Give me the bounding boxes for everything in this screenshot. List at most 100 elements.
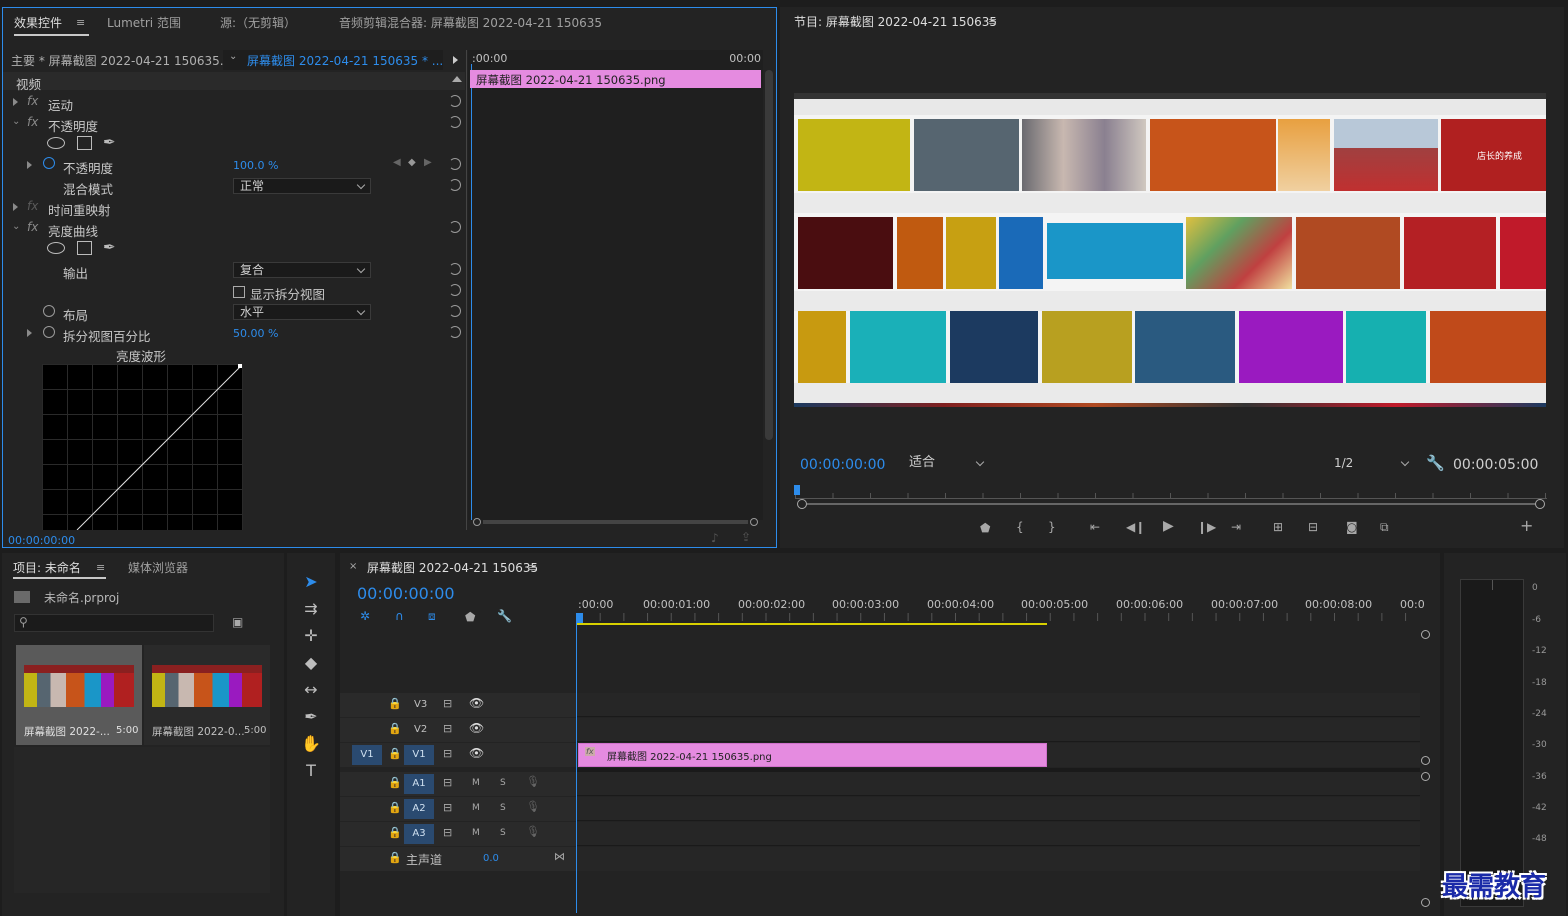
tab-menu-icon[interactable]: ≡: [96, 561, 105, 574]
tab-media-browser[interactable]: 媒体浏览器: [128, 559, 188, 576]
stopwatch-icon[interactable]: [43, 157, 55, 169]
source-patch-v1[interactable]: V1: [352, 745, 382, 765]
vertical-scrollbar[interactable]: [765, 70, 773, 440]
wrench-icon[interactable]: 🔧: [1426, 454, 1445, 472]
mic-icon[interactable]: 🎙: [526, 800, 540, 813]
nest-icon[interactable]: ✲: [360, 609, 370, 623]
reset-icon[interactable]: [449, 263, 461, 275]
sync-lock-icon[interactable]: ⊟: [443, 722, 452, 735]
mute-button[interactable]: M: [472, 778, 480, 788]
expanded-arrow-icon[interactable]: ⌄: [12, 221, 20, 232]
pen-mask-icon[interactable]: ✒: [103, 133, 116, 151]
timeline-title[interactable]: 屏幕截图 2022-04-21 150635: [367, 559, 538, 576]
lift-icon[interactable]: ⊞: [1273, 520, 1283, 534]
sync-lock-icon[interactable]: ⊟: [443, 697, 452, 710]
close-icon[interactable]: ×: [349, 561, 357, 572]
tab-menu-icon[interactable]: ≡: [76, 16, 85, 29]
sync-lock-icon[interactable]: ⊟: [443, 801, 452, 814]
prev-keyframe-icon[interactable]: ◀: [393, 157, 401, 168]
reset-icon[interactable]: [449, 326, 461, 338]
lane-a3[interactable]: [577, 822, 1420, 846]
lane-v1[interactable]: fx 屏幕截图 2022-04-21 150635.png: [577, 743, 1420, 767]
tab-menu-icon[interactable]: ≡: [988, 15, 997, 28]
type-tool-icon[interactable]: T: [300, 760, 322, 782]
rectangle-mask-icon[interactable]: [77, 136, 92, 150]
extract-icon[interactable]: ⊟: [1308, 520, 1318, 534]
time-remap-row[interactable]: fx 时间重映射: [3, 197, 463, 218]
monitor-zoom-bar[interactable]: [795, 499, 1547, 509]
program-timecode[interactable]: 00:00:00:00: [800, 457, 885, 473]
track-target-v1[interactable]: V1: [404, 745, 434, 765]
layout-select[interactable]: 水平: [233, 304, 371, 320]
play-icon[interactable]: ▶: [1163, 519, 1174, 533]
eye-icon[interactable]: 👁: [469, 721, 484, 735]
horizontal-scrollbar[interactable]: [473, 518, 758, 526]
snap-icon[interactable]: ∩: [395, 609, 404, 623]
lock-icon[interactable]: 🔒: [388, 826, 402, 839]
opacity-value[interactable]: 100.0 %: [233, 159, 278, 172]
lane-a2[interactable]: [577, 797, 1420, 821]
lock-icon[interactable]: 🔒: [388, 697, 402, 710]
mini-playhead[interactable]: [471, 64, 472, 520]
track-select-tool-icon[interactable]: ⇉: [300, 598, 322, 620]
comparison-view-icon[interactable]: ⧉: [1380, 520, 1389, 534]
next-keyframe-icon[interactable]: ▶: [424, 157, 432, 168]
solo-button[interactable]: S: [500, 803, 506, 813]
sync-lock-icon[interactable]: ⊟: [443, 747, 452, 760]
master-value[interactable]: 0.0: [483, 853, 499, 864]
project-search-input[interactable]: ⚲: [14, 614, 214, 632]
go-to-out-icon[interactable]: ⇥: [1231, 520, 1241, 534]
scroll-handle-right[interactable]: [750, 518, 758, 526]
blend-mode-select[interactable]: 正常: [233, 178, 371, 194]
scroll-track[interactable]: [483, 520, 748, 524]
luma-curve-graph[interactable]: [42, 364, 243, 530]
track-target-a3[interactable]: A3: [404, 824, 434, 844]
lock-icon[interactable]: 🔒: [388, 747, 402, 760]
slip-tool-icon[interactable]: ↔: [300, 679, 322, 701]
tab-audio-clip-mixer[interactable]: 音频剪辑混合器: 屏幕截图 2022-04-21 150635: [339, 14, 602, 31]
mark-out-icon[interactable]: }: [1048, 520, 1056, 534]
fx-icon[interactable]: fx: [27, 94, 38, 108]
expand-arrow-icon[interactable]: [27, 161, 32, 169]
reset-icon[interactable]: [449, 116, 461, 128]
new-bin-icon[interactable]: ▣: [232, 615, 243, 629]
sync-lock-icon[interactable]: ⊟: [443, 776, 452, 789]
lock-icon[interactable]: 🔒: [388, 776, 402, 789]
add-button-icon[interactable]: +: [1520, 518, 1533, 534]
expanded-arrow-icon[interactable]: ⌄: [12, 116, 20, 127]
reset-icon[interactable]: [449, 179, 461, 191]
output-select[interactable]: 复合: [233, 262, 371, 278]
program-monitor-title[interactable]: 节目: 屏幕截图 2022-04-21 150635: [794, 13, 997, 30]
expand-arrow-icon[interactable]: [13, 98, 18, 106]
mini-clip[interactable]: 屏幕截图 2022-04-21 150635.png: [470, 70, 761, 88]
scroll-handle-left[interactable]: [473, 518, 481, 526]
fit-select[interactable]: 适合: [903, 456, 989, 474]
add-marker-icon[interactable]: ⬟: [465, 610, 475, 624]
tab-project[interactable]: 项目: 未命名: [13, 559, 81, 576]
expand-arrow-icon[interactable]: [13, 203, 18, 211]
lane-v3[interactable]: [577, 693, 1420, 717]
master-clip-label[interactable]: 主要 * 屏幕截图 2022-04-21 150635...: [11, 52, 231, 69]
sync-lock-icon[interactable]: ⊟: [443, 826, 452, 839]
reset-icon[interactable]: [449, 305, 461, 317]
lane-v2[interactable]: [577, 718, 1420, 742]
tab-menu-icon[interactable]: ≡: [528, 561, 537, 574]
resolution-select[interactable]: 1/2: [1328, 456, 1414, 474]
ellipse-mask-icon[interactable]: [47, 137, 65, 149]
hand-tool-icon[interactable]: ✋: [300, 733, 322, 755]
linked-selection-icon[interactable]: ⧈: [428, 609, 436, 623]
step-forward-icon[interactable]: ❙▶: [1197, 520, 1216, 534]
reset-icon[interactable]: [449, 158, 461, 170]
go-to-end-icon[interactable]: ⋈: [554, 850, 565, 863]
tab-lumetri-scopes[interactable]: Lumetri 范围: [107, 14, 181, 31]
scroll-handle[interactable]: [1421, 772, 1430, 781]
split-percent-value[interactable]: 50.00 %: [233, 327, 278, 340]
lane-master[interactable]: [577, 847, 1420, 871]
fx-icon[interactable]: fx: [27, 115, 38, 129]
timeline-playhead-head[interactable]: [576, 613, 583, 623]
eye-icon[interactable]: 👁: [469, 696, 484, 710]
track-target-a1[interactable]: A1: [404, 774, 434, 794]
play-triangle-icon[interactable]: [453, 56, 458, 64]
work-area-bar[interactable]: [576, 623, 1047, 625]
solo-button[interactable]: S: [500, 778, 506, 788]
